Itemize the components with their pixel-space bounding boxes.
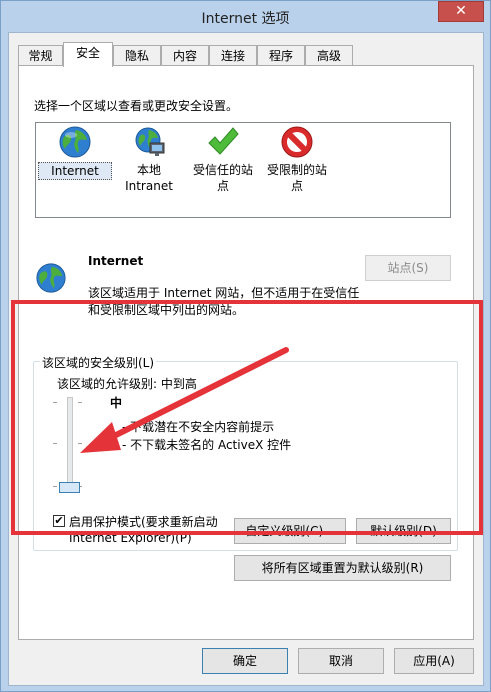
allowed-levels-label: 该区域的允许级别: 中到高 [57,377,197,391]
zone-trusted-sites[interactable]: 受信任的站 点 [186,125,260,194]
tab-advanced[interactable]: 高级 [305,45,353,65]
checkmark-icon [208,127,239,155]
selected-zone-title: Internet [88,254,144,268]
slider-tick [53,486,57,487]
close-button[interactable]: ✕ [438,1,484,22]
zone-trusted-label-1: 受信任的站 [192,163,253,177]
default-level-button[interactable]: 默认级别(D) [356,518,451,544]
security-level-slider-track[interactable] [67,397,73,487]
tab-connections[interactable]: 连接 [209,45,257,65]
tab-privacy[interactable]: 隐私 [113,45,161,65]
zone-trusted-label-2: 点 [216,179,229,193]
zone-list: Internet 本地 Intranet 受信任的站 点 受限制的站 点 [35,122,451,218]
cancel-button[interactable]: 取消 [298,648,384,674]
ok-button[interactable]: 确定 [202,648,288,674]
tab-security[interactable]: 安全 [63,42,113,67]
security-level-slider-thumb[interactable] [59,482,80,493]
protected-mode-label-1[interactable]: 启用保护模式(要求重新启动 [69,513,218,530]
window-title: Internet 选项 [201,11,290,27]
security-tab-panel: 选择一个区域以查看或更改安全设置。 Internet 本地 Intranet 受… [18,65,474,640]
zone-intranet-label-1: 本地 [136,163,161,177]
zone-restricted-label-2: 点 [290,179,303,193]
protected-mode-label-2[interactable]: Internet Explorer)(P) [69,531,192,545]
zone-description-line1: 该区域适用于 Internet 网站，但不适用于在受信任 [88,286,360,300]
slider-tick [53,402,57,403]
zone-select-prompt: 选择一个区域以查看或更改安全设置。 [34,99,239,113]
level-description-item: - 下载潜在不安全内容前提示 [122,420,275,434]
custom-level-button[interactable]: 自定义级别(C)... [234,518,346,544]
sites-button[interactable]: 站点(S) [365,255,451,281]
zone-description-line2: 和受限制区域中列出的网站。 [88,303,245,317]
level-description-item: - 不下载未签名的 ActiveX 控件 [122,438,292,452]
zone-local-intranet[interactable]: 本地 Intranet [112,125,186,194]
zone-restricted-sites[interactable]: 受限制的站 点 [260,125,334,194]
globe-icon [59,126,91,158]
internet-options-window: Internet 选项 ✕ 常规 安全 隐私 内容 连接 程序 高级 选择一个区… [0,0,491,692]
slider-tick [53,443,57,444]
reset-all-zones-button[interactable]: 将所有区域重置为默认级别(R) [234,555,451,581]
tab-content[interactable]: 内容 [161,45,209,65]
apply-button[interactable]: 应用(A) [394,648,474,674]
zone-internet-label: Internet [38,162,112,180]
protected-mode-checkbox[interactable]: ✔ [53,515,65,527]
tab-programs[interactable]: 程序 [257,45,305,65]
restricted-icon [281,126,313,158]
intranet-icon [135,127,165,156]
slider-tick [78,402,82,403]
slider-tick [78,443,82,444]
zone-intranet-label-2: Intranet [125,179,173,193]
zone-internet[interactable]: Internet [38,125,112,180]
zone-restricted-label-1: 受限制的站 [266,163,327,177]
tab-general[interactable]: 常规 [18,45,63,65]
selected-zone-globe-icon [36,263,66,293]
security-level-group-label: 该区域的安全级别(L) [40,354,157,371]
title-bar[interactable]: Internet 选项 ✕ [1,1,490,31]
dialog-client: 常规 安全 隐私 内容 连接 程序 高级 选择一个区域以查看或更改安全设置。 I… [8,32,484,686]
current-level-name: 中 [110,396,123,410]
